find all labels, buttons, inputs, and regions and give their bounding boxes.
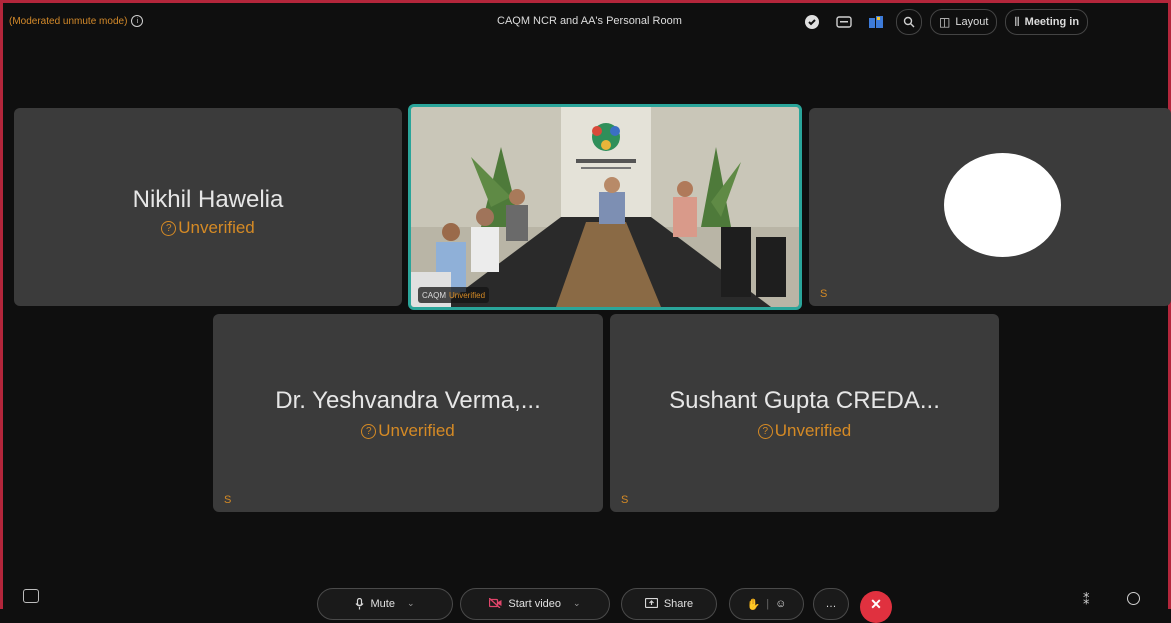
audio-indicator: S	[224, 494, 232, 506]
participant-name: Nikhil Hawelia	[132, 186, 284, 213]
video-feed	[411, 107, 799, 307]
audio-indicator: S	[820, 288, 828, 300]
panel-toggle-icon[interactable]	[23, 589, 39, 603]
layout-button[interactable]: ◫ Layout	[930, 9, 998, 35]
more-options-button[interactable]: …	[813, 588, 849, 620]
question-icon: ?	[361, 423, 377, 439]
start-video-label: Start video	[508, 598, 562, 610]
divider: |	[766, 598, 770, 610]
captions-icon[interactable]	[832, 10, 856, 34]
layout-label: Layout	[955, 16, 989, 28]
unverified-status: ? Unverified	[213, 421, 603, 441]
participant-name: Dr. Yeshvandra Verma,...	[275, 387, 541, 414]
top-bar: (Moderated unmute mode) i CAQM NCR and A…	[3, 3, 1168, 43]
participant-name: Sushant Gupta CREDA...	[669, 387, 940, 414]
ellipsis-icon: …	[825, 598, 837, 610]
chevron-down-icon[interactable]: ⌄	[407, 598, 415, 609]
question-icon: ?	[757, 423, 773, 439]
unverified-status: Unverified	[449, 290, 486, 300]
participant-tile-yeshvandra[interactable]: Dr. Yeshvandra Verma,... ? Unverified S	[213, 314, 603, 512]
unverified-status: ? Unverified	[14, 218, 402, 238]
app-icon[interactable]	[864, 10, 888, 34]
unverified-status: ? Unverified	[610, 421, 999, 441]
raise-hand-icon: ✋	[746, 599, 761, 611]
reactions-button[interactable]: ✋ | ☺	[729, 588, 804, 620]
info-icon[interactable]: i	[131, 15, 144, 27]
participant-tile-sushant[interactable]: Sushant Gupta CREDA... ? Unverified S	[610, 314, 999, 512]
share-button[interactable]: Share	[621, 588, 717, 620]
participant-name: CAQM	[422, 290, 446, 300]
leave-meeting-button[interactable]: ✕	[860, 591, 892, 623]
mute-label: Mute	[370, 598, 395, 610]
layout-icon: ◫	[939, 15, 951, 29]
unmute-mode-indicator[interactable]: (Moderated unmute mode) i	[9, 15, 144, 27]
participant-tile-avatar[interactable]: S	[809, 108, 1171, 306]
start-video-button[interactable]: Start video ⌄	[460, 588, 610, 620]
mode-label: (Moderated unmute mode)	[9, 15, 128, 27]
active-speaker-video-tile[interactable]: CAQM Unverified	[408, 104, 802, 310]
video-off-icon	[488, 597, 502, 611]
audio-indicator: S	[621, 494, 629, 506]
meeting-info-button[interactable]: ⦀ Meeting in	[1005, 9, 1089, 35]
shield-icon: ⦀	[1014, 14, 1020, 29]
close-icon: ✕	[870, 596, 882, 612]
share-label: Share	[663, 598, 694, 610]
chat-icon[interactable]	[1127, 592, 1140, 605]
microphone-icon	[355, 597, 364, 613]
security-icon[interactable]	[800, 10, 824, 34]
meeting-info-label: Meeting in	[1024, 16, 1080, 28]
room-title: CAQM NCR and AA's Personal Room	[497, 15, 682, 27]
video-name-label: CAQM Unverified	[418, 287, 490, 303]
question-icon: ?	[161, 220, 177, 236]
top-right-toolbar: ◫ Layout ⦀ Meeting in	[800, 9, 1089, 35]
chevron-down-icon[interactable]: ⌄	[573, 598, 581, 609]
search-icon[interactable]	[896, 9, 922, 35]
participants-icon[interactable]: ⁑	[1083, 592, 1090, 608]
avatar	[944, 153, 1061, 257]
participant-tile-nikhil[interactable]: Nikhil Hawelia ? Unverified	[14, 108, 402, 306]
share-icon	[644, 597, 658, 611]
bottom-control-bar: Mute ⌄ Start video ⌄ Share ✋ | ☺ … ✕ ⁑	[3, 583, 1168, 623]
emoji-icon: ☺	[775, 598, 787, 610]
mute-button[interactable]: Mute ⌄	[317, 588, 453, 620]
